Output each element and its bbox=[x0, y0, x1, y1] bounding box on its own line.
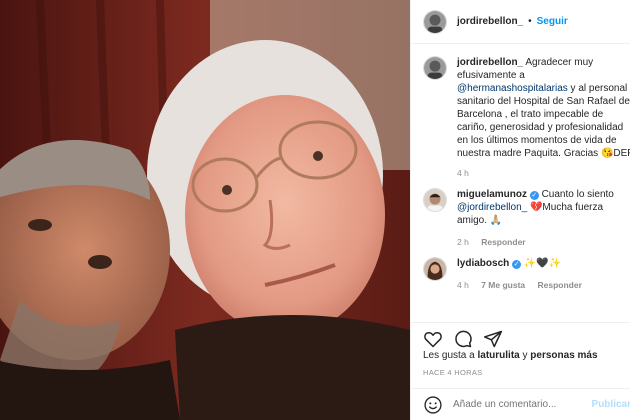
post-header: jordirebellon_ • Seguir bbox=[411, 0, 630, 44]
comment-body: ✨🖤✨ bbox=[523, 258, 562, 269]
comment-item: miguelamunoz ✓ Cuanto lo siento @jordire… bbox=[423, 188, 630, 247]
comments-list: jordirebellon_ Agradecer muy efusivament… bbox=[411, 56, 630, 300]
reply-button[interactable]: Responder bbox=[538, 280, 582, 290]
selfie-illustration bbox=[0, 0, 410, 420]
comment-time[interactable]: 4 h bbox=[457, 280, 469, 290]
comment-meta: 4 h 7 Me gusta Responder bbox=[457, 280, 592, 290]
comment-body: 💔Mucha fuerza bbox=[529, 202, 604, 213]
verified-icon: ✓ bbox=[529, 191, 539, 200]
caption-line: en los últimos momentos de vida de bbox=[457, 135, 617, 146]
comment-time[interactable]: 2 h bbox=[457, 237, 469, 247]
comment-body: amigo. 🙏🏼 bbox=[457, 215, 503, 226]
commenter-avatar[interactable] bbox=[423, 188, 447, 212]
commenter-avatar[interactable] bbox=[423, 257, 447, 281]
caption-line: Agradecer muy bbox=[525, 57, 594, 68]
action-bar bbox=[411, 322, 630, 350]
commenter-username[interactable]: lydiabosch bbox=[457, 258, 509, 269]
follow-button[interactable]: Seguir bbox=[537, 16, 568, 27]
caption-line: nuestra madre Paquita. Gracias 😘DEP bbox=[457, 148, 630, 159]
caption-text: jordirebellon_ Agradecer muy efusivament… bbox=[457, 56, 630, 160]
caption-avatar[interactable] bbox=[423, 56, 447, 80]
author-username[interactable]: jordirebellon_ bbox=[457, 16, 523, 27]
commenter-username[interactable]: miguelamunoz bbox=[457, 189, 527, 200]
caption-time[interactable]: 4 h bbox=[457, 168, 469, 178]
author-avatar[interactable] bbox=[423, 9, 447, 34]
comment-text: miguelamunoz ✓ Cuanto lo siento @jordire… bbox=[457, 188, 614, 227]
liker-username[interactable]: laturulita bbox=[478, 350, 520, 361]
comment-body: Cuanto lo siento bbox=[541, 189, 614, 200]
caption-line: sanitario del Hospital de San Rafael de bbox=[457, 96, 630, 107]
likes-conj: y bbox=[522, 350, 528, 361]
add-comment-bar: Publicar bbox=[411, 388, 630, 420]
emoji-icon[interactable] bbox=[423, 395, 443, 415]
share-icon[interactable] bbox=[483, 329, 503, 349]
post-panel: jordirebellon_ • Seguir jordirebellon_ A… bbox=[410, 0, 630, 420]
caption-line: Barcelona , el trato impecable de bbox=[457, 109, 604, 120]
comment-likes[interactable]: 7 Me gusta bbox=[481, 280, 525, 290]
reply-button[interactable]: Responder bbox=[481, 237, 525, 247]
mention-link[interactable]: @jordirebellon_ bbox=[457, 202, 527, 213]
comment-input[interactable] bbox=[453, 399, 592, 410]
likes-others-link[interactable]: personas más bbox=[530, 350, 597, 361]
caption: jordirebellon_ Agradecer muy efusivament… bbox=[423, 56, 630, 178]
heart-icon[interactable] bbox=[423, 329, 443, 349]
caption-meta: 4 h bbox=[457, 168, 630, 178]
comment-icon[interactable] bbox=[453, 329, 473, 349]
post-timestamp[interactable]: HACE 4 HORAS bbox=[423, 368, 482, 377]
separator-dot: • bbox=[528, 16, 532, 27]
post-photo[interactable] bbox=[0, 0, 410, 420]
likes-prefix: Les gusta a bbox=[423, 350, 475, 361]
caption-line: cariño, generosidad y profesionalidad bbox=[457, 122, 624, 133]
mention-link[interactable]: @hermanashospitalarias bbox=[457, 83, 568, 94]
comment-item: lydiabosch ✓ ✨🖤✨ 4 h 7 Me gusta Responde… bbox=[423, 257, 630, 290]
comment-meta: 2 h Responder bbox=[457, 237, 614, 247]
comment-text: lydiabosch ✓ ✨🖤✨ bbox=[457, 257, 592, 270]
caption-line: y al personal bbox=[570, 83, 628, 94]
verified-icon: ✓ bbox=[512, 260, 522, 269]
post-comment-button[interactable]: Publicar bbox=[592, 399, 630, 410]
likes-summary: Les gusta a laturulita y personas más bbox=[423, 350, 598, 361]
caption-username[interactable]: jordirebellon_ bbox=[457, 57, 523, 68]
caption-line: efusivamente a bbox=[457, 70, 525, 81]
